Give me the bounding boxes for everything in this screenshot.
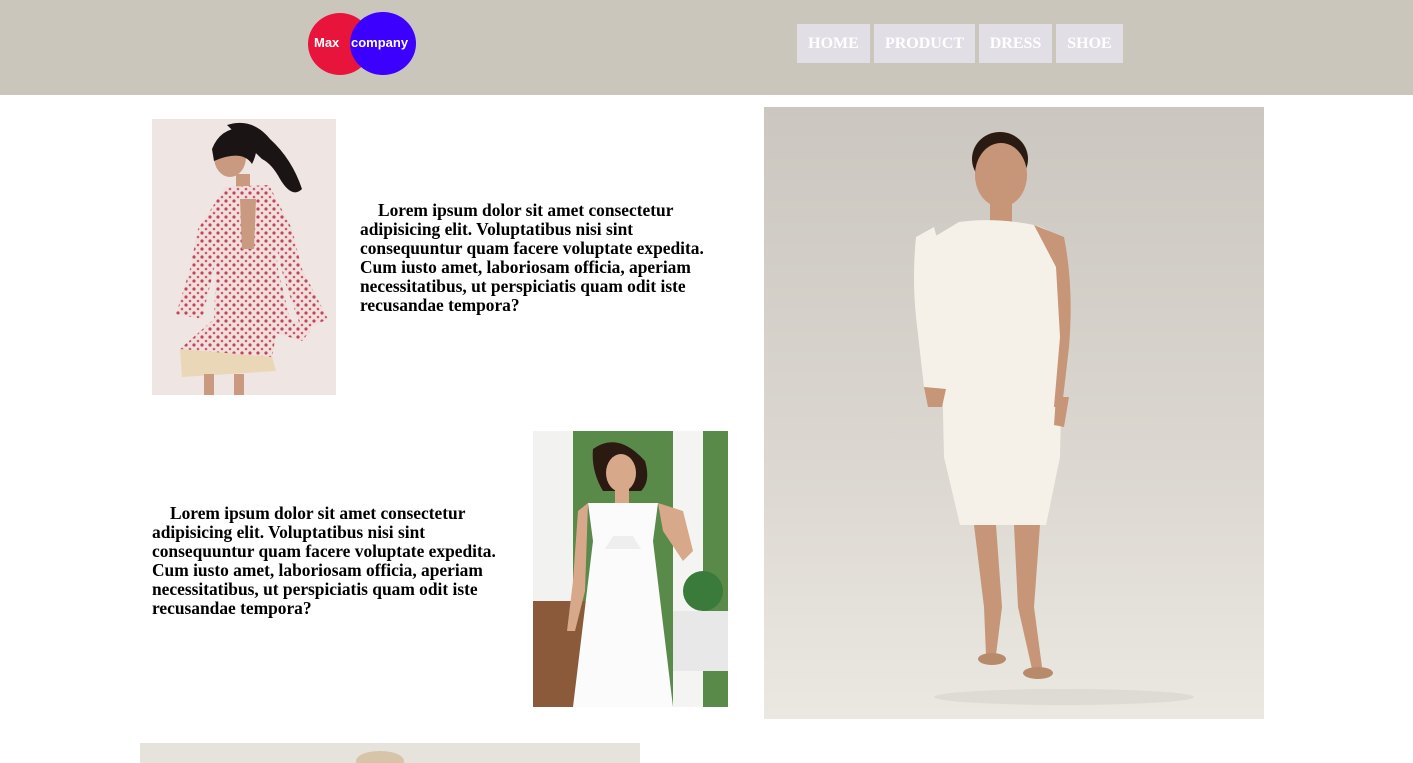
nav-home-button[interactable]: HOME xyxy=(797,24,870,63)
site-header: Max company HOME PRODUCT DRESS SHOE xyxy=(0,0,1413,95)
white-tie-dress-photo xyxy=(533,431,728,707)
nav-shoe-button[interactable]: SHOE xyxy=(1056,24,1123,63)
logo-word-company: company xyxy=(351,35,409,50)
nav-product-button[interactable]: PRODUCT xyxy=(874,24,975,63)
product-description-1: Lorem ipsum dolor sit amet consectetur a… xyxy=(360,200,704,315)
floral-dress-illustration xyxy=(152,119,336,395)
feature-dress-illustration xyxy=(764,107,1264,719)
bottom-product-photo xyxy=(140,743,640,763)
nav-dress-button[interactable]: DRESS xyxy=(979,24,1052,63)
white-tie-dress-illustration xyxy=(533,431,728,707)
company-logo[interactable]: Max company xyxy=(308,12,418,76)
bottom-photo-illustration xyxy=(140,743,640,763)
floral-dress-photo xyxy=(152,119,336,395)
main-nav: HOME PRODUCT DRESS SHOE xyxy=(797,24,1127,63)
logo-word-max: Max xyxy=(314,35,340,50)
feature-dress-photo xyxy=(764,107,1264,719)
product-description-2: Lorem ipsum dolor sit amet consectetur a… xyxy=(152,503,496,618)
